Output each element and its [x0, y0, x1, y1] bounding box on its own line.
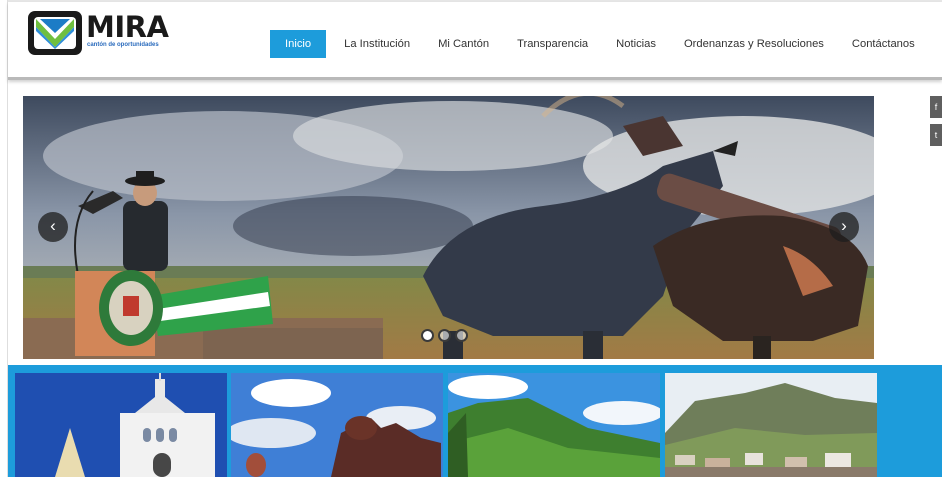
hero-slide-image: [23, 96, 874, 359]
chevron-right-icon: ›: [841, 216, 847, 235]
twitter-icon[interactable]: t: [930, 124, 942, 146]
slider-dot-2[interactable]: [438, 329, 451, 342]
gallery-tile-bulls[interactable]: [231, 373, 443, 477]
nav-item-mi-canton[interactable]: Mi Cantón: [424, 30, 503, 58]
logo-emblem-icon: [28, 11, 82, 55]
nav-item-la-institucion[interactable]: La Institución: [330, 30, 424, 58]
gallery-tile-mountains[interactable]: [448, 373, 660, 477]
slider-prev-button[interactable]: ‹: [38, 212, 68, 242]
nav-item-inicio[interactable]: Inicio: [270, 30, 327, 58]
nav-item-contactanos[interactable]: Contáctanos: [838, 30, 929, 58]
nav-item-noticias[interactable]: Noticias: [602, 30, 670, 58]
chevron-left-icon: ‹: [50, 216, 56, 235]
gallery-image-bulls: [231, 373, 443, 477]
main-nav: Inicio La Institución Mi Cantón Transpar…: [270, 30, 929, 58]
page: MIRA cantón de oportunidades Inicio La I…: [0, 0, 942, 477]
logo-text: MIRA: [86, 10, 169, 44]
slider-dot-3[interactable]: [455, 329, 468, 342]
hero-slider[interactable]: ‹ ›: [23, 96, 874, 359]
nav-item-transparencia[interactable]: Transparencia: [503, 30, 602, 58]
facebook-glyph: f: [934, 102, 938, 112]
slider-pagination: [421, 329, 468, 342]
gallery-image-church: [15, 373, 227, 477]
gallery-image-valley: [665, 373, 877, 477]
nav-item-ordenanzas[interactable]: Ordenanzas y Resoluciones: [670, 30, 838, 58]
site-logo[interactable]: MIRA cantón de oportunidades: [28, 8, 169, 58]
facebook-icon[interactable]: f: [930, 96, 942, 118]
twitter-glyph: t: [934, 130, 938, 140]
slider-dot-1[interactable]: [421, 329, 434, 342]
logo-tagline: cantón de oportunidades: [87, 42, 159, 48]
site-header: MIRA cantón de oportunidades Inicio La I…: [8, 2, 942, 80]
gallery-image-mountains: [448, 373, 660, 477]
gallery-tile-church[interactable]: [15, 373, 227, 477]
slider-next-button[interactable]: ›: [829, 212, 859, 242]
gallery-tile-valley[interactable]: [665, 373, 877, 477]
